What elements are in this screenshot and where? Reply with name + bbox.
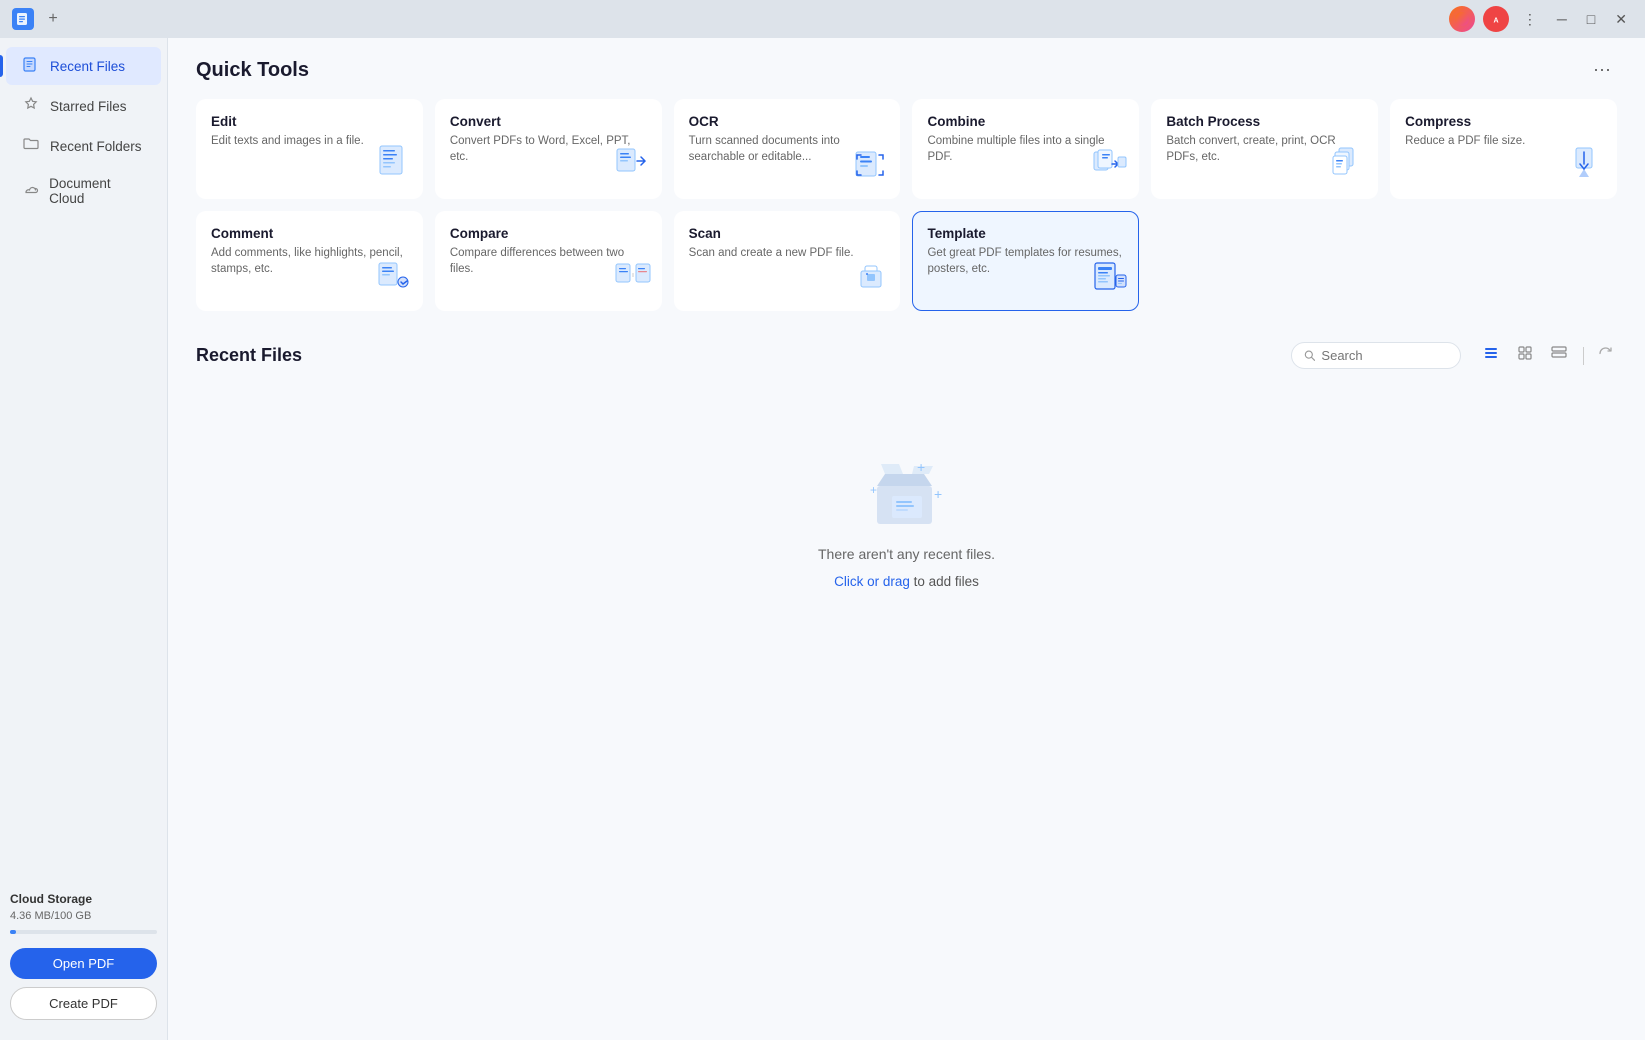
document-cloud-icon (22, 181, 39, 201)
tool-compare-icon (615, 259, 651, 300)
sidebar-item-document-cloud[interactable]: Document Cloud (6, 167, 161, 215)
storage-bar-fill (10, 930, 16, 934)
sidebar-item-recent-files[interactable]: Recent Files (6, 47, 161, 85)
avatar-primary (1449, 6, 1475, 32)
tool-scan-title: Scan (689, 226, 886, 241)
tool-batch-process[interactable]: Batch Process Batch convert, create, pri… (1151, 99, 1378, 199)
empty-state: + + + There aren't any recent files. Cli… (196, 384, 1617, 629)
list-view-button[interactable] (1477, 341, 1505, 370)
empty-action: Click or drag to add files (834, 574, 979, 589)
tool-template-icon (1092, 259, 1128, 300)
tool-comment-icon (376, 259, 412, 300)
create-pdf-button[interactable]: Create PDF (10, 987, 157, 1020)
minimize-button[interactable]: ─ (1551, 9, 1573, 29)
tool-ocr[interactable]: OCR Turn scanned documents into searchab… (674, 99, 901, 199)
tool-edit-icon (378, 145, 412, 188)
tool-ocr-title: OCR (689, 114, 886, 129)
quick-tools-title: Quick Tools (196, 59, 309, 82)
tools-grid-row2: Comment Add comments, like highlights, p… (196, 211, 1617, 311)
tool-combine-icon (1092, 147, 1128, 188)
app-icon (12, 8, 34, 30)
quick-tools-header: Quick Tools ⋯ (196, 58, 1617, 83)
recent-folders-icon (22, 136, 40, 156)
sidebar: Recent Files Starred Files Recent Folder… (0, 38, 168, 1040)
sidebar-label-recent-files: Recent Files (50, 59, 125, 74)
view-buttons (1477, 341, 1617, 370)
refresh-button[interactable] (1594, 342, 1617, 370)
view-divider (1583, 347, 1584, 365)
tool-template[interactable]: Template Get great PDF templates for res… (912, 211, 1139, 311)
open-pdf-button[interactable]: Open PDF (10, 948, 157, 979)
tool-compress[interactable]: Compress Reduce a PDF file size. (1390, 99, 1617, 199)
tool-convert-icon (615, 147, 651, 188)
tool-comment[interactable]: Comment Add comments, like highlights, p… (196, 211, 423, 311)
tool-convert-title: Convert (450, 114, 647, 129)
search-bar (1291, 342, 1461, 369)
detail-view-button[interactable] (1545, 341, 1573, 370)
maximize-button[interactable]: □ (1581, 9, 1601, 29)
content-area: Quick Tools ⋯ Edit Edit texts and images… (168, 38, 1645, 1040)
tool-scan[interactable]: Scan Scan and create a new PDF file. (674, 211, 901, 311)
search-icon (1304, 349, 1315, 362)
recent-files-section-header: Recent Files (196, 341, 1617, 370)
svg-text:A: A (1493, 18, 1498, 25)
tool-edit-title: Edit (211, 114, 408, 129)
svg-text:+: + (917, 459, 925, 475)
cloud-storage-value: 4.36 MB/100 GB (10, 910, 157, 922)
search-input[interactable] (1321, 348, 1448, 363)
click-or-drag-link[interactable]: Click or drag (834, 574, 910, 589)
tool-batch-icon (1331, 147, 1367, 188)
grid-view-button[interactable] (1511, 341, 1539, 370)
starred-files-icon (22, 96, 40, 116)
sidebar-label-starred-files: Starred Files (50, 99, 127, 114)
sidebar-label-document-cloud: Document Cloud (49, 176, 145, 206)
sidebar-item-recent-folders[interactable]: Recent Folders (6, 127, 161, 165)
tools-grid: Edit Edit texts and images in a file. Co… (196, 99, 1617, 199)
storage-bar (10, 930, 157, 934)
tool-batch-title: Batch Process (1166, 114, 1363, 129)
svg-text:+: + (870, 483, 877, 497)
title-bar-left: + (12, 8, 64, 30)
cloud-storage-label: Cloud Storage (10, 892, 157, 906)
title-bar-right: A ⋮ ─ □ ✕ (1449, 6, 1633, 32)
new-tab-button[interactable]: + (42, 8, 64, 30)
tool-template-title: Template (927, 226, 1124, 241)
title-bar: + A ⋮ ─ □ ✕ (0, 0, 1645, 38)
to-add-files-text: to add files (910, 574, 979, 589)
tool-combine-title: Combine (927, 114, 1124, 129)
empty-state-illustration: + + + (852, 444, 962, 534)
avatar-secondary: A (1483, 6, 1509, 32)
close-button[interactable]: ✕ (1609, 9, 1633, 30)
tool-compare[interactable]: Compare Compare differences between two … (435, 211, 662, 311)
tool-compress-icon (1570, 147, 1606, 188)
recent-files-icon (22, 56, 40, 76)
tool-convert[interactable]: Convert Convert PDFs to Word, Excel, PPT… (435, 99, 662, 199)
tool-scan-icon (853, 259, 889, 300)
tool-comment-title: Comment (211, 226, 408, 241)
sidebar-bottom: Cloud Storage 4.36 MB/100 GB Open PDF Cr… (0, 880, 167, 1032)
svg-text:+: + (934, 486, 942, 502)
quick-tools-more-button[interactable]: ⋯ (1587, 58, 1617, 83)
tool-ocr-icon (853, 147, 889, 188)
recent-files-title: Recent Files (196, 345, 302, 366)
main-layout: Recent Files Starred Files Recent Folder… (0, 38, 1645, 1040)
sidebar-item-starred-files[interactable]: Starred Files (6, 87, 161, 125)
sidebar-label-recent-folders: Recent Folders (50, 139, 142, 154)
menu-button[interactable]: ⋮ (1517, 9, 1543, 30)
recent-files-controls (1291, 341, 1617, 370)
empty-message: There aren't any recent files. (818, 546, 995, 562)
tool-edit[interactable]: Edit Edit texts and images in a file. (196, 99, 423, 199)
tool-combine[interactable]: Combine Combine multiple files into a si… (912, 99, 1139, 199)
tool-compare-title: Compare (450, 226, 647, 241)
tool-compress-title: Compress (1405, 114, 1602, 129)
